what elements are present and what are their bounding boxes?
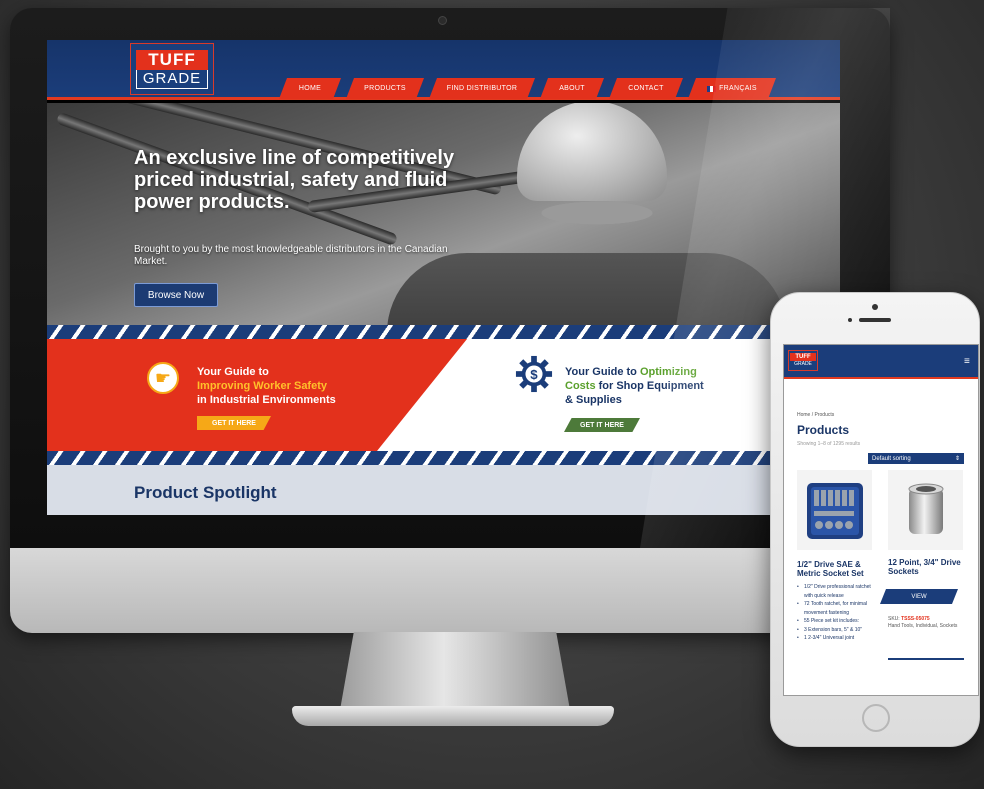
socket-set-case-icon	[806, 483, 863, 539]
desktop-website: An exclusive line of competitively price…	[47, 40, 840, 515]
costs-guide-part5: & Supplies	[565, 394, 622, 406]
safety-guide-line3: in Industrial Environments	[197, 394, 336, 406]
logo-text-bottom: GRADE	[136, 69, 208, 89]
stripe-divider-bottom	[47, 451, 840, 465]
svg-text:$: $	[530, 367, 538, 382]
feature-item: 1 2-3/4" Universal joint	[797, 634, 877, 643]
safety-guide-text: Your Guide to Improving Worker Safety in…	[197, 365, 397, 407]
product-title-socket-set[interactable]: 1/2" Drive SAE & Metric Socket Set	[797, 560, 875, 578]
french-flag-icon	[707, 86, 716, 92]
imac-stand-neck	[340, 632, 570, 710]
sku-value: TSSS-05075	[901, 616, 930, 622]
product-image-socket-set[interactable]	[797, 470, 872, 550]
hero-title: An exclusive line of competitively price…	[134, 147, 455, 213]
hero-section: An exclusive line of competitively price…	[47, 103, 840, 325]
logo-text-top: TUFF	[136, 49, 208, 70]
breadcrumb[interactable]: Home / Products	[797, 412, 834, 418]
hero-subtitle: Brought to you by the most knowledgeable…	[134, 244, 448, 267]
page-title: Products	[797, 423, 850, 437]
pointing-hand-icon: ☛	[147, 362, 179, 394]
product-spotlight-title: Product Spotlight	[134, 483, 277, 502]
mobile-logo-top: TUFF	[790, 353, 816, 361]
phone-speaker	[859, 318, 891, 322]
view-product-button[interactable]: VIEW	[880, 589, 958, 604]
mobile-website: TUFF GRADE ≡ Home / Products Products Sh…	[783, 344, 979, 696]
costs-guide-part2: Optimizing	[639, 366, 697, 378]
phone-home-button[interactable]	[862, 704, 890, 732]
feature-item: 72 Tooth ratchet, for minimal movement f…	[797, 600, 877, 617]
product-sku: SKU: TSSS-05075 Hand Tools, Individual, …	[888, 616, 968, 630]
main-nav: HOME PRODUCTS FIND DISTRIBUTOR ABOUT CON…	[279, 78, 776, 99]
costs-guide-part4: for Shop Equipment	[595, 380, 704, 392]
feature-item: 3 Extension bars, 5" & 10"	[797, 626, 877, 635]
nav-francais[interactable]: FRANÇAIS	[688, 78, 776, 99]
nav-find-distributor[interactable]: FIND DISTRIBUTOR	[429, 78, 535, 99]
product-title-socket[interactable]: 12 Point, 3/4" Drive Sockets	[888, 558, 968, 576]
costs-guide-text: Your Guide to Optimizing Costs for Shop …	[565, 365, 765, 407]
product-category[interactable]: Hand Tools, Individual, Sockets	[888, 623, 957, 629]
sort-select-value: Default sorting	[872, 455, 911, 462]
nav-home[interactable]: HOME	[279, 78, 341, 99]
socket-icon	[908, 483, 943, 534]
select-arrows-icon: ⇕	[954, 456, 960, 462]
nav-about[interactable]: ABOUT	[540, 78, 604, 99]
imac-chin	[10, 548, 890, 633]
sort-select[interactable]: Default sorting ⇕	[868, 453, 964, 464]
phone-camera	[872, 304, 878, 310]
costs-guide-part1: Your Guide to	[565, 366, 640, 378]
hamburger-menu-icon[interactable]: ≡	[964, 356, 970, 367]
costs-guide-button[interactable]: GET IT HERE	[564, 418, 640, 432]
product-image-socket[interactable]	[888, 470, 963, 550]
safety-guide-line2: Improving Worker Safety	[197, 380, 327, 392]
costs-guide-part3: Costs	[565, 380, 596, 392]
mobile-logo-bottom: GRADE	[794, 361, 812, 367]
mobile-logo[interactable]: TUFF GRADE	[788, 350, 818, 371]
product-features-list: 1/2" Drive professional ratchet with qui…	[797, 583, 877, 643]
tuff-grade-logo[interactable]: TUFF GRADE	[130, 43, 214, 95]
promo-section: ☛ Your Guide to Improving Worker Safety …	[47, 339, 840, 451]
nav-francais-label: FRANÇAIS	[719, 85, 757, 92]
sku-label: SKU:	[888, 616, 902, 622]
site-header: TUFF GRADE HOME PRODUCTS FIND DISTRIBUTO…	[47, 40, 840, 100]
hard-hat-image	[517, 103, 667, 201]
imac-camera	[438, 16, 447, 25]
feature-item: 55 Piece set kit includes:	[797, 617, 877, 626]
nav-products[interactable]: PRODUCTS	[346, 78, 424, 99]
mobile-header: TUFF GRADE ≡	[784, 345, 978, 379]
safety-guide-button[interactable]: GET IT HERE	[197, 416, 271, 430]
phone-sensor	[848, 318, 852, 322]
product-divider	[888, 658, 964, 660]
gear-dollar-icon: $	[515, 355, 553, 393]
browse-now-button[interactable]: Browse Now	[134, 283, 218, 307]
stripe-divider-top	[47, 325, 840, 339]
feature-item: 1/2" Drive professional ratchet with qui…	[797, 583, 877, 600]
results-count: Showing 1–8 of 1295 results	[797, 441, 861, 447]
imac-stand-base	[292, 706, 614, 726]
safety-guide-line1: Your Guide to	[197, 366, 269, 378]
product-spotlight-section: Product Spotlight	[47, 465, 840, 515]
nav-contact[interactable]: CONTACT	[609, 78, 683, 99]
